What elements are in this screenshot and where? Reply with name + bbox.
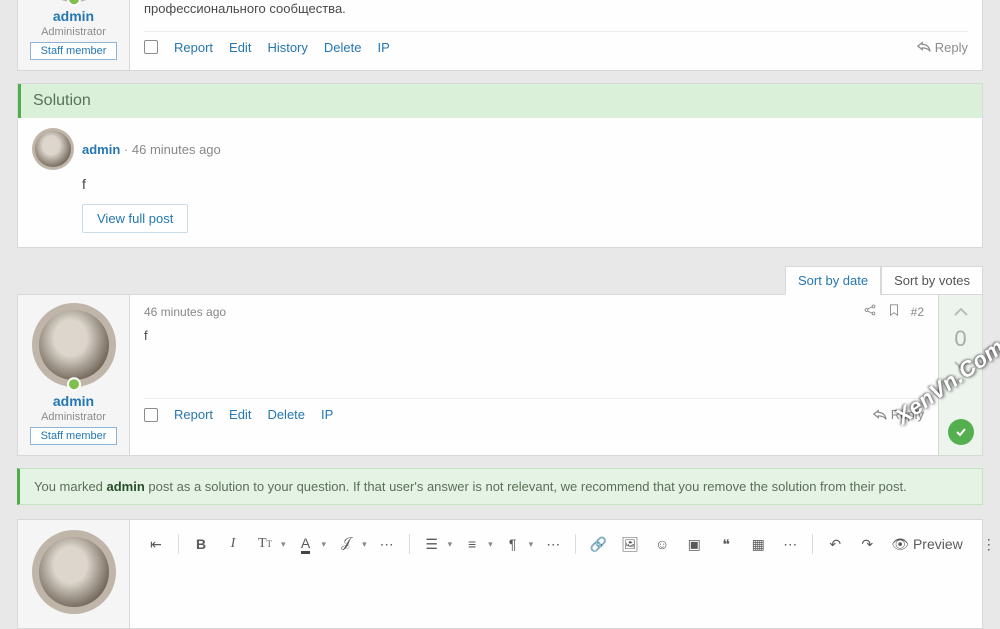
- sort-by-date-tab[interactable]: Sort by date: [785, 266, 881, 295]
- ip-link[interactable]: IP: [321, 407, 333, 422]
- preview-button[interactable]: 👁 Preview: [885, 530, 969, 558]
- solution-header: Solution: [18, 84, 982, 118]
- avatar[interactable]: [32, 303, 116, 387]
- font-size-button[interactable]: TT: [251, 530, 279, 558]
- solution-username[interactable]: admin: [82, 142, 120, 157]
- solution-timestamp[interactable]: 46 minutes ago: [132, 142, 221, 157]
- avatar[interactable]: [32, 0, 116, 2]
- downvote-button[interactable]: [953, 358, 969, 373]
- chevron-down-icon[interactable]: ▾: [488, 539, 493, 550]
- staff-badge: Staff member: [30, 427, 118, 445]
- link-button[interactable]: 🔗: [584, 530, 612, 558]
- post-timestamp[interactable]: 46 minutes ago: [144, 305, 226, 319]
- more-insert-button[interactable]: ⋯: [776, 530, 804, 558]
- user-role: Administrator: [24, 26, 123, 38]
- chevron-down-icon[interactable]: ▾: [529, 539, 534, 550]
- sort-by-votes-tab[interactable]: Sort by votes: [881, 266, 983, 295]
- edit-link[interactable]: Edit: [229, 40, 251, 55]
- share-icon[interactable]: [863, 303, 877, 320]
- user-role: Administrator: [24, 411, 123, 423]
- italic-button[interactable]: I: [219, 530, 247, 558]
- delete-link[interactable]: Delete: [324, 40, 362, 55]
- bold-button[interactable]: B: [187, 530, 215, 558]
- media-button[interactable]: ▣: [680, 530, 708, 558]
- sort-tabs: Sort by date Sort by votes: [17, 266, 983, 295]
- table-button[interactable]: ▦: [744, 530, 772, 558]
- delete-link[interactable]: Delete: [267, 407, 305, 422]
- text-color-button[interactable]: A: [292, 530, 320, 558]
- presence-indicator: [67, 0, 81, 6]
- avatar[interactable]: [32, 530, 116, 614]
- chevron-down-icon[interactable]: ▾: [362, 539, 367, 550]
- user-cell: admin Administrator Staff member: [18, 295, 130, 455]
- post-body: f: [144, 326, 924, 386]
- staff-badge: Staff member: [30, 42, 118, 60]
- reply-link[interactable]: Reply: [917, 40, 968, 55]
- report-link[interactable]: Report: [174, 40, 213, 55]
- reply-editor: ⇤ B I TT▾ A▾ 𝒥▾ ⋯ ☰▾ ≡▾ ¶▾ ⋯ 🔗 🖼 ☺ ▣ ❝ ▦: [17, 519, 983, 629]
- history-link[interactable]: History: [267, 40, 307, 55]
- select-checkbox[interactable]: [144, 40, 158, 54]
- ip-link[interactable]: IP: [377, 40, 389, 55]
- reply-icon: [917, 40, 931, 54]
- report-link[interactable]: Report: [174, 407, 213, 422]
- vote-column: 0: [938, 295, 982, 455]
- post-2: admin Administrator Staff member 46 minu…: [17, 294, 983, 456]
- edit-link[interactable]: Edit: [229, 407, 251, 422]
- quote-button[interactable]: ❝: [712, 530, 740, 558]
- editor-toolbar: ⇤ B I TT▾ A▾ 𝒥▾ ⋯ ☰▾ ≡▾ ¶▾ ⋯ 🔗 🖼 ☺ ▣ ❝ ▦: [142, 530, 1000, 558]
- view-full-post-button[interactable]: View full post: [82, 204, 188, 233]
- indent-out-icon[interactable]: ⇤: [142, 530, 170, 558]
- redo-button[interactable]: ↷: [853, 530, 881, 558]
- post-body: Однозначно, элементы политического проце…: [144, 0, 968, 19]
- undo-button[interactable]: ↶: [821, 530, 849, 558]
- solution-body: f: [82, 176, 968, 192]
- reply-link[interactable]: Reply: [873, 407, 924, 422]
- list-button[interactable]: ☰: [418, 530, 446, 558]
- avatar[interactable]: [32, 128, 74, 170]
- font-family-button[interactable]: 𝒥: [332, 530, 360, 558]
- chevron-down-icon[interactable]: ▾: [448, 539, 453, 550]
- solution-check-icon[interactable]: [948, 419, 974, 445]
- user-cell: admin Administrator Staff member: [18, 0, 130, 70]
- image-button[interactable]: 🖼: [616, 530, 644, 558]
- post-permalink[interactable]: #2: [911, 305, 924, 319]
- username-link[interactable]: admin: [24, 393, 123, 409]
- more-para-button[interactable]: ⋯: [539, 530, 567, 558]
- vote-score: 0: [954, 326, 966, 352]
- post-1: admin Administrator Staff member Однозна…: [17, 0, 983, 71]
- select-checkbox[interactable]: [144, 408, 158, 422]
- reply-icon: [873, 408, 887, 422]
- solution-notice: You marked admin post as a solution to y…: [17, 468, 983, 505]
- chevron-down-icon[interactable]: ▾: [281, 539, 286, 550]
- solution-block: Solution admin · 46 minutes ago f View f…: [17, 83, 983, 248]
- presence-indicator: [67, 377, 81, 391]
- align-button[interactable]: ≡: [458, 530, 486, 558]
- bookmark-icon[interactable]: [887, 303, 901, 320]
- more-text-button[interactable]: ⋯: [373, 530, 401, 558]
- emoji-button[interactable]: ☺: [648, 530, 676, 558]
- toggle-bbcode-button[interactable]: ⋮: [975, 530, 1000, 558]
- paragraph-button[interactable]: ¶: [499, 530, 527, 558]
- username-link[interactable]: admin: [24, 8, 123, 24]
- upvote-button[interactable]: [953, 305, 969, 320]
- chevron-down-icon[interactable]: ▾: [322, 539, 327, 550]
